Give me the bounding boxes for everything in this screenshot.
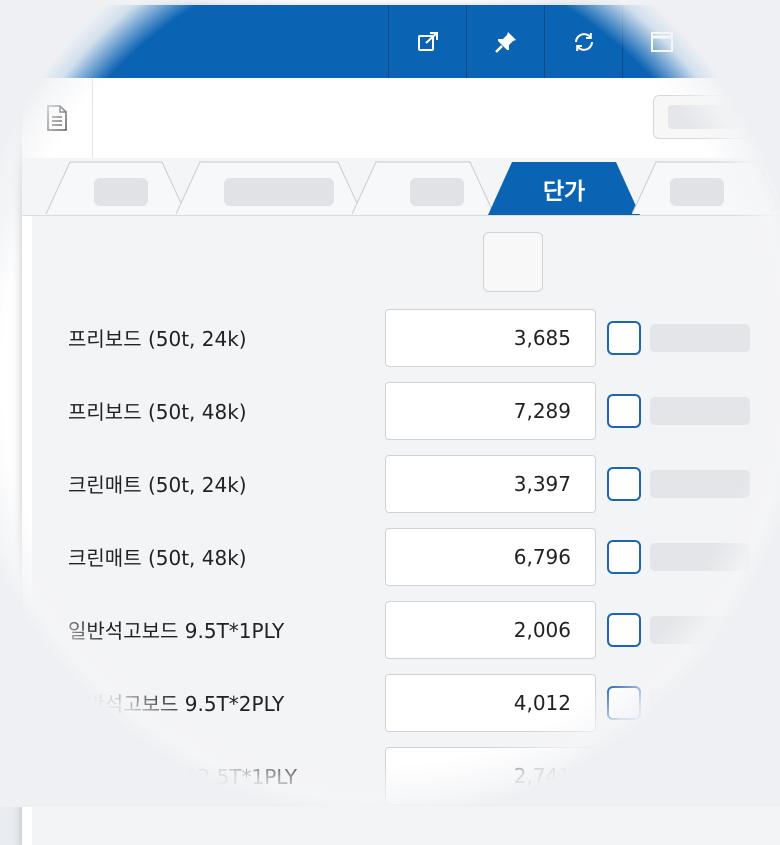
item-name: 프리보드 (50t, 48k) bbox=[68, 400, 247, 424]
tab-label-placeholder bbox=[94, 178, 148, 206]
popout-button[interactable] bbox=[388, 5, 467, 78]
price-row: 프리보드 (50t, 48k) 7,289 bbox=[32, 382, 780, 442]
close-button[interactable] bbox=[700, 5, 779, 78]
item-name: 크린매트 (50t, 48k) bbox=[68, 546, 247, 570]
tab-unit-price[interactable]: 단가 bbox=[488, 158, 640, 215]
row-extra-placeholder bbox=[650, 616, 750, 644]
title-bar bbox=[22, 5, 780, 78]
price-panel: 프리보드 (50t, 24k) 3,685 프리보드 (50t, 48k) 7,… bbox=[32, 216, 780, 845]
row-extra-placeholder bbox=[650, 397, 750, 425]
price-input[interactable]: 2,741 bbox=[385, 747, 596, 805]
document-icon bbox=[47, 105, 67, 131]
close-icon bbox=[730, 31, 750, 52]
item-name: 일반석고보드 9.5T*1PLY bbox=[68, 619, 285, 643]
item-name: 프리보드 (50t, 24k) bbox=[68, 327, 247, 351]
row-checkbox[interactable] bbox=[607, 321, 641, 355]
row-extra-placeholder bbox=[650, 470, 750, 498]
row-checkbox[interactable] bbox=[607, 613, 641, 647]
row-checkbox[interactable] bbox=[607, 394, 641, 428]
row-checkbox[interactable] bbox=[607, 759, 641, 793]
price-input[interactable]: 3,397 bbox=[385, 455, 596, 513]
row-extra-placeholder bbox=[650, 689, 750, 717]
price-row: 크린매트 (50t, 24k) 3,397 bbox=[32, 455, 780, 515]
refresh-icon bbox=[575, 32, 593, 51]
select-all-checkbox[interactable] bbox=[483, 232, 543, 292]
refresh-button[interactable] bbox=[544, 5, 623, 78]
maximize-icon bbox=[651, 31, 673, 52]
price-row: 일반석고보드 9.5T*2PLY 4,012 bbox=[32, 674, 780, 734]
pin-icon bbox=[495, 31, 516, 53]
document-button[interactable] bbox=[22, 78, 93, 158]
row-extra-placeholder bbox=[650, 762, 750, 790]
button-label-placeholder bbox=[668, 105, 738, 129]
item-name: 일반석고보드 12.5T*1PLY bbox=[68, 765, 297, 789]
tab-bar: 단가 bbox=[22, 158, 780, 216]
price-row: 프리보드 (50t, 24k) 3,685 bbox=[32, 309, 780, 369]
row-extra-placeholder bbox=[650, 543, 750, 571]
toolbar bbox=[22, 78, 780, 159]
tab-label-placeholder bbox=[224, 178, 334, 206]
item-name: 일반석고보드 9.5T*2PLY bbox=[68, 692, 285, 716]
price-input[interactable]: 2,006 bbox=[385, 601, 596, 659]
price-row: 일반석고보드 9.5T*1PLY 2,006 bbox=[32, 601, 780, 661]
price-input[interactable]: 6,796 bbox=[385, 528, 596, 586]
price-input[interactable]: 7,289 bbox=[385, 382, 596, 440]
price-input[interactable]: 4,012 bbox=[385, 674, 596, 732]
row-extra-placeholder bbox=[650, 324, 750, 352]
row-checkbox[interactable] bbox=[607, 540, 641, 574]
tab-5[interactable] bbox=[632, 158, 780, 215]
price-row: 일반석고보드 12.5T*1PLY 2,741 bbox=[32, 747, 780, 807]
tab-2[interactable] bbox=[176, 158, 362, 215]
tab-1[interactable] bbox=[46, 158, 186, 215]
maximize-button[interactable] bbox=[622, 5, 701, 78]
price-input[interactable]: 3,685 bbox=[385, 309, 596, 367]
tab-label-placeholder bbox=[670, 178, 724, 206]
tab-label-placeholder bbox=[410, 178, 464, 206]
tab-unit-price-label: 단가 bbox=[542, 179, 586, 205]
row-checkbox[interactable] bbox=[607, 686, 641, 720]
item-name: 크린매트 (50t, 24k) bbox=[68, 473, 247, 497]
row-checkbox[interactable] bbox=[607, 467, 641, 501]
toolbar-action-button[interactable] bbox=[653, 95, 753, 139]
external-link-icon bbox=[418, 31, 438, 51]
tab-6[interactable] bbox=[772, 158, 780, 215]
tab-3[interactable] bbox=[352, 158, 494, 215]
pin-button[interactable] bbox=[466, 5, 545, 78]
price-row: 크린매트 (50t, 48k) 6,796 bbox=[32, 528, 780, 588]
app-window: 단가 프리보드 (50t, 24k) 3,685 프리보드 (50t, 48k)… bbox=[22, 5, 780, 845]
